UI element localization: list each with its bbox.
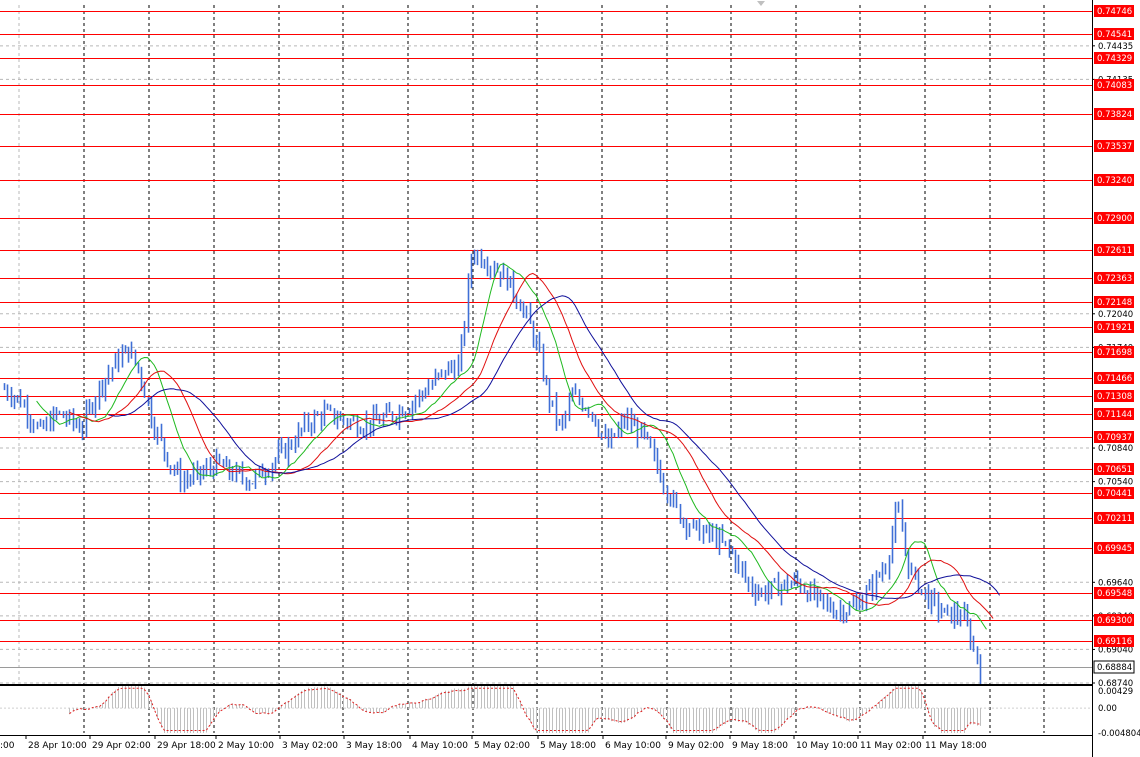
level-price-label: 0.69116 [1097, 637, 1132, 647]
level-price-label: 0.71921 [1097, 323, 1132, 333]
level-price-label: 0.71144 [1097, 410, 1132, 420]
time-label-partial: :00 [0, 741, 15, 751]
level-price-label: 0.71698 [1097, 348, 1132, 358]
time-label: 11 May 18:00 [925, 741, 987, 751]
time-label: 3 May 18:00 [346, 741, 402, 751]
time-label: 9 May 02:00 [668, 741, 724, 751]
level-price-label: 0.71308 [1097, 392, 1132, 402]
level-price-label: 0.73824 [1097, 110, 1132, 120]
osc-tick-label: -0.004804 [1098, 729, 1140, 739]
level-price-label: 0.74541 [1097, 30, 1132, 40]
level-price-label: 0.74083 [1097, 81, 1132, 91]
time-label: 28 Apr 10:00 [28, 741, 87, 751]
time-label: 3 May 02:00 [282, 741, 338, 751]
current-price-label: 0.68884 [1097, 663, 1132, 673]
level-price-label: 0.70651 [1097, 465, 1132, 475]
time-label: 11 May 02:00 [860, 741, 922, 751]
time-label: 5 May 02:00 [474, 741, 530, 751]
level-price-label: 0.73537 [1097, 142, 1132, 152]
time-label: 9 May 18:00 [732, 741, 788, 751]
level-price-label: 0.73240 [1097, 176, 1132, 186]
chart-canvas: 0.744350.741350.720400.717400.708400.705… [0, 0, 1140, 757]
price-tick-label: 0.69640 [1098, 578, 1133, 588]
level-price-label: 0.69548 [1097, 589, 1132, 599]
osc-tick-label: 0.00 [1098, 704, 1117, 714]
time-label: 6 May 10:00 [605, 741, 661, 751]
level-price-label: 0.72611 [1097, 246, 1132, 256]
level-price-label: 0.70441 [1097, 489, 1132, 499]
level-price-label: 0.69300 [1097, 616, 1132, 626]
level-price-label: 0.70211 [1097, 514, 1132, 524]
price-tick-label: 0.70540 [1098, 478, 1133, 488]
osc-tick-label: 0.00429 [1098, 687, 1133, 697]
price-tick-label: 0.72040 [1098, 310, 1133, 320]
time-label: 2 May 10:00 [218, 741, 274, 751]
time-label: 4 May 10:00 [412, 741, 468, 751]
level-price-label: 0.74329 [1097, 54, 1132, 64]
level-price-label: 0.72148 [1097, 298, 1132, 308]
time-label: 29 Apr 18:00 [157, 741, 216, 751]
level-price-label: 0.71466 [1097, 374, 1132, 384]
level-price-label: 0.69945 [1097, 544, 1132, 554]
price-tick-label: 0.70840 [1098, 444, 1133, 454]
level-price-label: 0.72900 [1097, 214, 1132, 224]
level-price-label: 0.72363 [1097, 274, 1132, 284]
time-label: 10 May 10:00 [796, 741, 858, 751]
price-tick-label: 0.74435 [1098, 42, 1133, 52]
level-price-label: 0.74746 [1097, 7, 1132, 17]
time-label: 29 Apr 02:00 [92, 741, 151, 751]
level-price-label: 0.70937 [1097, 433, 1132, 443]
time-label: 5 May 18:00 [540, 741, 596, 751]
